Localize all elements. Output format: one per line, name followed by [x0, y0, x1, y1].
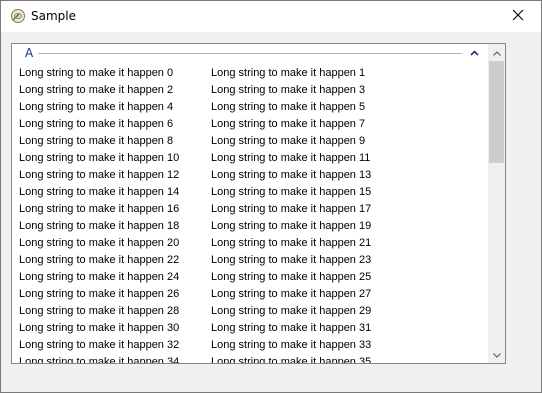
list-item[interactable]: Long string to make it happen 12 [19, 167, 179, 184]
list-view[interactable]: A Long string to make it happen 0 Long st… [11, 43, 506, 364]
scroll-up-button[interactable] [488, 44, 505, 61]
list-item[interactable]: Long string to make it happen 15 [211, 184, 371, 201]
list-item[interactable]: Long string to make it happen 10 [19, 150, 179, 167]
list-item[interactable]: Long string to make it happen 14 [19, 184, 179, 201]
list-item[interactable]: Long string to make it happen 1 [211, 65, 365, 82]
vertical-scrollbar[interactable] [488, 44, 505, 363]
scroll-up-arrow-icon [492, 46, 501, 59]
list-item[interactable]: Long string to make it happen 21 [211, 235, 371, 252]
scroll-down-button[interactable] [488, 346, 505, 363]
list-item[interactable]: Long string to make it happen 24 [19, 269, 179, 286]
list-item[interactable]: Long string to make it happen 31 [211, 320, 371, 337]
list-item[interactable]: Long string to make it happen 23 [211, 252, 371, 269]
list-item[interactable]: Long string to make it happen 33 [211, 337, 371, 354]
list-item[interactable]: Long string to make it happen 35 [211, 354, 371, 363]
list-item[interactable]: Long string to make it happen 8 [19, 133, 173, 150]
list-item[interactable]: Long string to make it happen 18 [19, 218, 179, 235]
list-item[interactable]: Long string to make it happen 26 [19, 286, 179, 303]
list-item[interactable]: Long string to make it happen 20 [19, 235, 179, 252]
close-button[interactable] [495, 1, 541, 32]
list-item[interactable]: Long string to make it happen 13 [211, 167, 371, 184]
list-item[interactable]: Long string to make it happen 0 [19, 65, 173, 82]
client-area: A Long string to make it happen 0 Long st… [1, 32, 541, 392]
list-item[interactable]: Long string to make it happen 5 [211, 99, 365, 116]
list-item[interactable]: Long string to make it happen 6 [19, 116, 173, 133]
group-divider [38, 53, 462, 54]
group-header[interactable]: A [12, 44, 489, 62]
sample-window: Sample A Long string to make it happen 0… [0, 0, 542, 393]
list-item[interactable]: Long string to make it happen 27 [211, 286, 371, 303]
list-item[interactable]: Long string to make it happen 29 [211, 303, 371, 320]
scroll-down-arrow-icon [492, 348, 501, 361]
list-item[interactable]: Long string to make it happen 28 [19, 303, 179, 320]
list-item[interactable]: Long string to make it happen 19 [211, 218, 371, 235]
list-item[interactable]: Long string to make it happen 2 [19, 82, 173, 99]
list-item[interactable]: Long string to make it happen 17 [211, 201, 371, 218]
title-bar[interactable]: Sample [1, 1, 541, 32]
list-item[interactable]: Long string to make it happen 7 [211, 116, 365, 133]
list-item[interactable]: Long string to make it happen 4 [19, 99, 173, 116]
scroll-thumb[interactable] [489, 61, 504, 163]
list-item[interactable]: Long string to make it happen 25 [211, 269, 371, 286]
list-item[interactable]: Long string to make it happen 9 [211, 133, 365, 150]
window-title: Sample [31, 9, 76, 23]
list-item[interactable]: Long string to make it happen 16 [19, 201, 179, 218]
list-item[interactable]: Long string to make it happen 32 [19, 337, 179, 354]
list-item[interactable]: Long string to make it happen 30 [19, 320, 179, 337]
list-item[interactable]: Long string to make it happen 3 [211, 82, 365, 99]
list-item[interactable]: Long string to make it happen 34 [19, 354, 179, 363]
list-item[interactable]: Long string to make it happen 11 [211, 150, 370, 167]
chevron-up-icon[interactable] [468, 47, 480, 59]
list-item[interactable]: Long string to make it happen 22 [19, 252, 179, 269]
app-icon [10, 8, 26, 24]
group-label: A [25, 46, 34, 60]
close-icon [512, 9, 524, 24]
